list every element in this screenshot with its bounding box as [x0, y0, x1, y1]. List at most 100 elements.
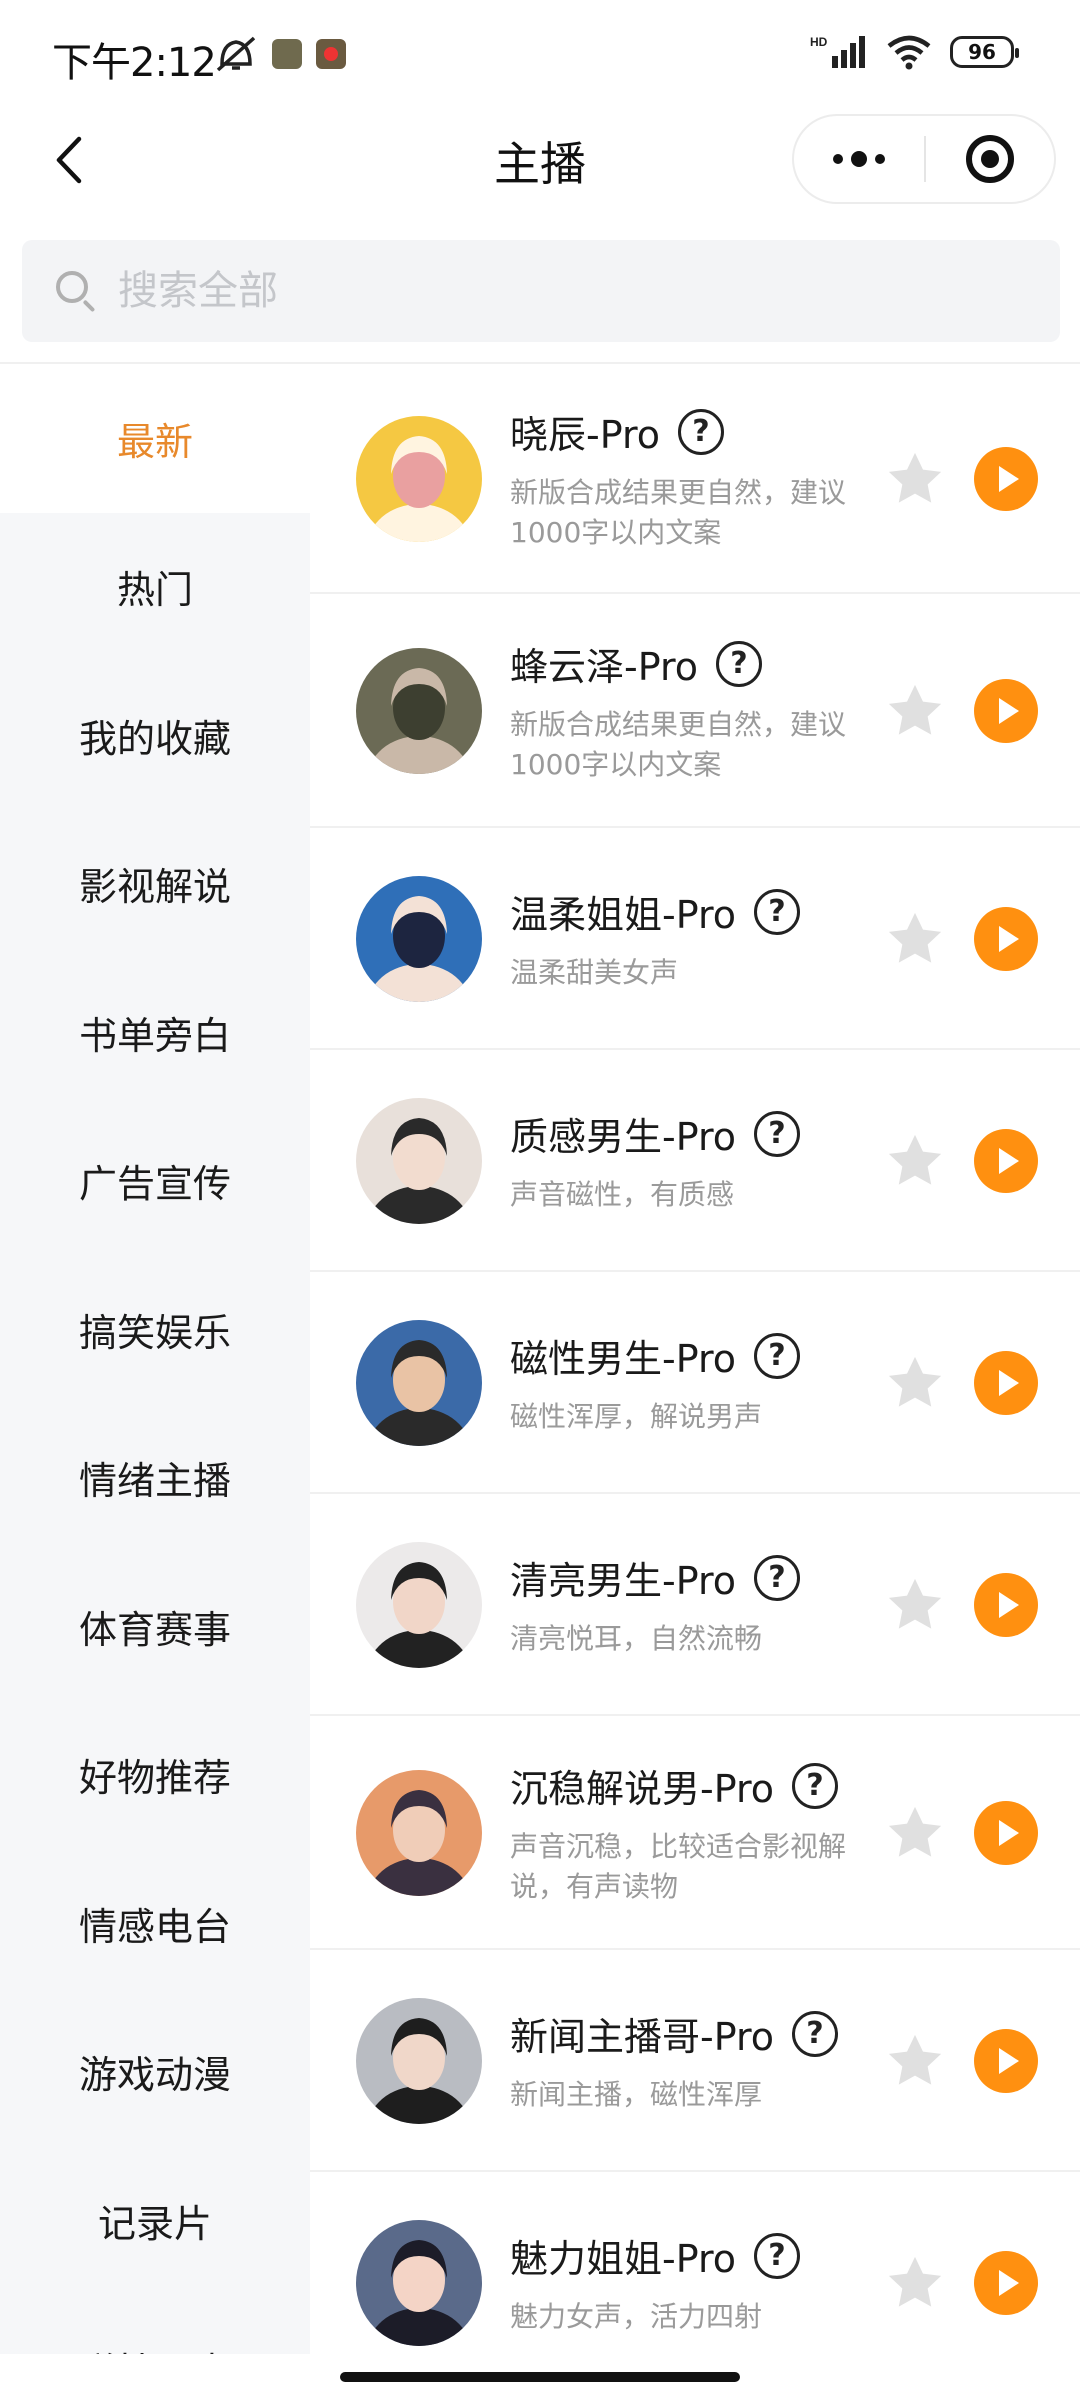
favorite-star-icon[interactable]: [882, 2028, 948, 2094]
favorite-star-icon[interactable]: [882, 446, 948, 512]
anchor-row[interactable]: 温柔姐姐-Pro? 温柔甜美女声: [310, 828, 1080, 1050]
play-button[interactable]: [974, 2251, 1038, 2315]
anchor-name-line: 清亮男生-Pro?: [510, 1550, 850, 1605]
favorite-star-icon[interactable]: [882, 1572, 948, 1638]
anchor-row[interactable]: 魅力姐姐-Pro? 魅力女声，活力四射: [310, 2172, 1080, 2354]
anchor-avatar: [356, 2220, 482, 2346]
play-button[interactable]: [974, 1129, 1038, 1193]
status-notification-icons: [214, 34, 346, 74]
anchor-name: 晓辰-Pro: [510, 413, 660, 457]
help-icon[interactable]: ?: [754, 888, 800, 935]
anchor-avatar: [356, 648, 482, 774]
anchor-description: 新版合成结果更自然，建议1000字以内文案: [510, 708, 847, 781]
play-button[interactable]: [974, 1351, 1038, 1415]
anchor-name: 魅力姐姐-Pro: [510, 2237, 736, 2281]
anchor-description: 磁性浑厚，解说男声: [510, 1400, 763, 1433]
more-dot-icon: [833, 154, 843, 164]
anchor-info: 新闻主播哥-Pro? 新闻主播，磁性浑厚: [510, 2006, 850, 2115]
anchor-name-line: 温柔姐姐-Pro?: [510, 884, 850, 939]
target-icon: [966, 135, 1014, 183]
anchor-avatar: [356, 1770, 482, 1896]
anchor-name: 磁性男生-Pro: [510, 1337, 736, 1381]
sidebar-item[interactable]: 记录片: [0, 2146, 310, 2295]
help-icon[interactable]: ?: [754, 1554, 800, 1601]
anchor-info: 温柔姐姐-Pro? 温柔甜美女声: [510, 884, 850, 993]
anchor-avatar: [356, 416, 482, 542]
sidebar-item[interactable]: 磁性男声: [0, 2295, 310, 2354]
anchor-name: 质感男生-Pro: [510, 1115, 736, 1159]
anchor-info: 清亮男生-Pro? 清亮悦耳，自然流畅: [510, 1550, 850, 1659]
help-icon[interactable]: ?: [754, 2232, 800, 2279]
search-input[interactable]: [118, 268, 1018, 314]
favorite-star-icon[interactable]: [882, 1800, 948, 1866]
sidebar-item[interactable]: 游戏动漫: [0, 1998, 310, 2147]
help-icon[interactable]: ?: [678, 408, 724, 455]
anchor-description: 声音沉稳，比较适合影视解说，有声读物: [510, 1830, 847, 1903]
play-button[interactable]: [974, 447, 1038, 511]
sidebar-item[interactable]: 情绪主播: [0, 1404, 310, 1553]
favorite-star-icon[interactable]: [882, 2250, 948, 2316]
help-icon[interactable]: ?: [716, 640, 762, 687]
anchor-row[interactable]: 晓辰-Pro? 新版合成结果更自然，建议1000字以内文案: [310, 364, 1080, 594]
anchor-info: 魅力姐姐-Pro? 魅力女声，活力四射: [510, 2228, 850, 2337]
more-dot-icon: [851, 151, 867, 167]
help-icon[interactable]: ?: [754, 1332, 800, 1379]
anchor-description: 魅力女声，活力四射: [510, 2300, 763, 2333]
anchor-row[interactable]: 沉稳解说男-Pro? 声音沉稳，比较适合影视解说，有声读物: [310, 1716, 1080, 1950]
more-button[interactable]: [794, 116, 924, 202]
favorite-star-icon[interactable]: [882, 906, 948, 972]
play-button[interactable]: [974, 2029, 1038, 2093]
help-icon[interactable]: ?: [754, 1110, 800, 1157]
anchor-info: 磁性男生-Pro? 磁性浑厚，解说男声: [510, 1328, 850, 1437]
anchor-name-line: 蜂云泽-Pro?: [510, 636, 850, 691]
play-button[interactable]: [974, 907, 1038, 971]
app-notification-icon: [272, 39, 302, 69]
anchor-avatar: [356, 1320, 482, 1446]
sidebar-item[interactable]: 书单旁白: [0, 958, 310, 1107]
anchor-name-line: 晓辰-Pro?: [510, 404, 850, 459]
category-sidebar: 最新 热门 我的收藏 影视解说 书单旁白 广告宣传 搞笑娱乐 情绪主播 体育赛事 好物推荐 情感电台…: [0, 364, 310, 2354]
favorite-star-icon[interactable]: [882, 1350, 948, 1416]
anchor-description: 温柔甜美女声: [510, 956, 679, 989]
status-system-icons: HD 96: [810, 34, 1019, 70]
app-notification-icon: [316, 39, 346, 69]
status-time: 下午2:12: [52, 40, 217, 86]
anchor-row[interactable]: 蜂云泽-Pro? 新版合成结果更自然，建议1000字以内文案: [310, 594, 1080, 828]
play-button[interactable]: [974, 679, 1038, 743]
anchor-avatar: [356, 876, 482, 1002]
battery-icon: 96: [950, 36, 1019, 68]
anchor-name: 清亮男生-Pro: [510, 1559, 736, 1603]
play-button[interactable]: [974, 1801, 1038, 1865]
favorite-star-icon[interactable]: [882, 678, 948, 744]
play-button[interactable]: [974, 1573, 1038, 1637]
help-icon[interactable]: ?: [792, 2010, 838, 2057]
anchor-avatar: [356, 1542, 482, 1668]
sidebar-item[interactable]: 广告宣传: [0, 1107, 310, 1256]
anchor-avatar: [356, 1998, 482, 2124]
anchor-row[interactable]: 磁性男生-Pro? 磁性浑厚，解说男声: [310, 1272, 1080, 1494]
close-mini-program-button[interactable]: [926, 116, 1054, 202]
anchor-row[interactable]: 新闻主播哥-Pro? 新闻主播，磁性浑厚: [310, 1950, 1080, 2172]
anchor-row[interactable]: 清亮男生-Pro? 清亮悦耳，自然流畅: [310, 1494, 1080, 1716]
sidebar-item[interactable]: 影视解说: [0, 810, 310, 959]
sidebar-item[interactable]: 体育赛事: [0, 1552, 310, 1701]
sidebar-item[interactable]: 好物推荐: [0, 1701, 310, 1850]
anchor-description: 声音磁性，有质感: [510, 1178, 735, 1211]
anchor-name-line: 磁性男生-Pro?: [510, 1328, 850, 1383]
favorite-star-icon[interactable]: [882, 1128, 948, 1194]
anchor-info: 晓辰-Pro? 新版合成结果更自然，建议1000字以内文案: [510, 404, 850, 553]
help-icon[interactable]: ?: [792, 1762, 838, 1809]
sidebar-item[interactable]: 搞笑娱乐: [0, 1255, 310, 1404]
anchor-name: 蜂云泽-Pro: [510, 645, 698, 689]
anchor-row[interactable]: 质感男生-Pro? 声音磁性，有质感: [310, 1050, 1080, 1272]
anchor-info: 沉稳解说男-Pro? 声音沉稳，比较适合影视解说，有声读物: [510, 1758, 850, 1907]
sidebar-item[interactable]: 我的收藏: [0, 661, 310, 810]
anchor-name-line: 沉稳解说男-Pro?: [510, 1758, 850, 1813]
home-indicator[interactable]: [340, 2372, 740, 2382]
sidebar-item[interactable]: 情感电台: [0, 1849, 310, 1998]
sidebar-item[interactable]: 热门: [0, 513, 310, 662]
more-dot-icon: [875, 154, 885, 164]
sidebar-item[interactable]: 最新: [0, 364, 310, 513]
search-bar[interactable]: [22, 240, 1060, 342]
anchor-description: 清亮悦耳，自然流畅: [510, 1622, 763, 1655]
